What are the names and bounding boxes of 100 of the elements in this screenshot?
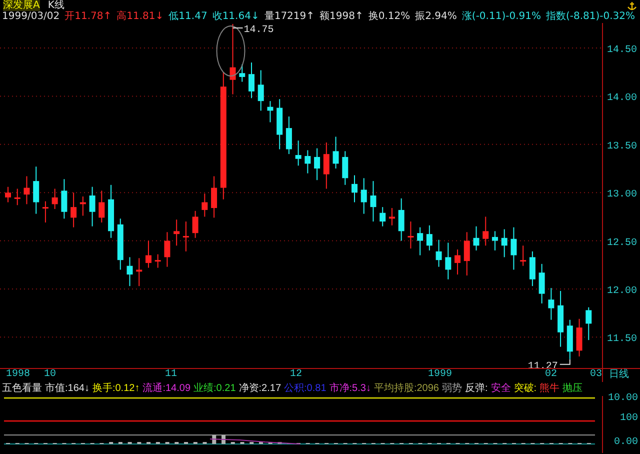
- date-axis-label: 10: [44, 369, 56, 381]
- quote-field: 换0.12%: [368, 11, 410, 23]
- candlestick: [52, 188, 58, 210]
- candlestick: [145, 240, 152, 268]
- candlestick: [14, 188, 20, 206]
- indicator-field: 市值:164↓: [45, 382, 90, 396]
- date-axis-label: 1999: [428, 369, 452, 381]
- indicator-field: 平均持股:2096: [374, 382, 439, 396]
- candlestick: [267, 100, 274, 123]
- quote-field: 开11.78↑: [64, 11, 112, 23]
- candlestick: [304, 150, 311, 174]
- date-axis-label: 02: [545, 369, 558, 381]
- date-axis-label: 12: [290, 369, 302, 381]
- indicator-field: 熊牛: [540, 382, 560, 396]
- candlestick: [529, 250, 536, 287]
- candlestick: [398, 198, 404, 242]
- period-label[interactable]: 日线: [603, 369, 629, 382]
- price-axis-label: 12.50: [607, 238, 638, 249]
- candlestick: [473, 226, 480, 251]
- candlestick: [510, 226, 517, 270]
- candlestick: [89, 186, 96, 227]
- quote-field: 振2.94%: [415, 11, 457, 23]
- date-axis-label: 1998: [6, 369, 30, 381]
- quote-field: 收11.64↓: [212, 11, 260, 23]
- indicator-field: 抛压: [562, 382, 583, 396]
- stock-name: 深发展A: [3, 0, 40, 11]
- candlestick: [538, 263, 545, 304]
- candlestick: [70, 192, 77, 228]
- candlestick: [370, 180, 376, 222]
- candlestick: [5, 186, 11, 203]
- date-axis-label: 11: [165, 369, 178, 381]
- candlestick: [417, 226, 424, 256]
- candlestick: [314, 148, 320, 181]
- candlestick: [360, 178, 367, 214]
- indicator-axis-label: 100: [620, 413, 638, 424]
- anchor-icon[interactable]: [627, 0, 637, 10]
- candlestick: [154, 254, 161, 268]
- candlestick: [482, 216, 489, 246]
- candlestick: [248, 62, 254, 99]
- candlestick: [24, 176, 30, 205]
- candlestick: [464, 232, 470, 276]
- candlestick: [520, 245, 526, 266]
- candlestick: [332, 136, 339, 170]
- price-axis-label: 14.00: [607, 93, 638, 104]
- indicator-field: 五色看量: [2, 382, 42, 396]
- candlestick: [33, 166, 40, 214]
- quote-field: 额1998↑: [320, 11, 364, 23]
- candlestick: [586, 306, 592, 341]
- indicator-field: 换手:0.12↑: [92, 382, 140, 396]
- highlight-ellipse: [216, 25, 246, 76]
- quote-field: 量17219↑: [264, 11, 315, 23]
- candlestick: [164, 232, 170, 268]
- candlestick: [576, 318, 582, 357]
- candlestick: [388, 208, 395, 226]
- price-axis-label: 13.50: [607, 141, 638, 152]
- price-axis-label: 13.00: [607, 190, 638, 201]
- candlestick: [174, 219, 180, 246]
- indicator-field: 市净:5.3↓: [329, 382, 371, 396]
- indicator-field: 流通:14.09: [142, 382, 191, 396]
- leader-line: [559, 358, 570, 365]
- indicator-field: 反弹:: [465, 382, 488, 396]
- candlestick: [80, 196, 86, 216]
- price-axis-label: 14.50: [607, 45, 638, 56]
- candlestick: [182, 221, 189, 252]
- quote-field: 指数(-8.81)-0.32%: [546, 11, 636, 23]
- quote-field: 1999/03/02: [2, 11, 60, 23]
- candlestick: [202, 193, 208, 218]
- price-axis-label: 12.00: [607, 286, 638, 297]
- indicator-field: 净资:2.17: [238, 382, 282, 396]
- indicator-axis-label: 0.00: [614, 437, 638, 448]
- indicator-axis-label: 10.00: [608, 393, 638, 404]
- candlestick: [501, 228, 508, 258]
- candlestick: [211, 176, 218, 218]
- indicator-field: 公积:0.81: [284, 382, 326, 396]
- candlestick: [295, 140, 302, 166]
- candlestick: [98, 190, 105, 223]
- candlestick: [454, 248, 461, 276]
- candlestick: [436, 239, 442, 268]
- quote-field: 高11.81↓: [116, 11, 164, 23]
- candlestick: [61, 178, 68, 220]
- candlestick: [408, 221, 414, 250]
- candlestick: [426, 224, 432, 251]
- indicator-field: 业绩:0.21: [194, 382, 236, 396]
- quote-field: 涨(-0.11)-0.91%: [462, 11, 541, 23]
- candlestick: [548, 288, 554, 320]
- candlestick: [286, 116, 292, 155]
- candlestick: [230, 23, 236, 95]
- leader-line: [232, 27, 244, 28]
- candlestick: [445, 242, 452, 280]
- candlestick: [192, 210, 198, 238]
- candlestick: [342, 150, 348, 186]
- candlestick: [492, 230, 498, 251]
- quote-field: 低11.47: [168, 11, 208, 23]
- indicator-field: 弱势: [442, 382, 462, 396]
- candlestick: [258, 70, 264, 112]
- chart-type-label: K线: [48, 0, 64, 11]
- price-axis-label: 11.50: [607, 334, 638, 346]
- indicator-field: 安全: [490, 382, 511, 396]
- candlestick: [136, 258, 142, 287]
- candlestick: [239, 64, 246, 82]
